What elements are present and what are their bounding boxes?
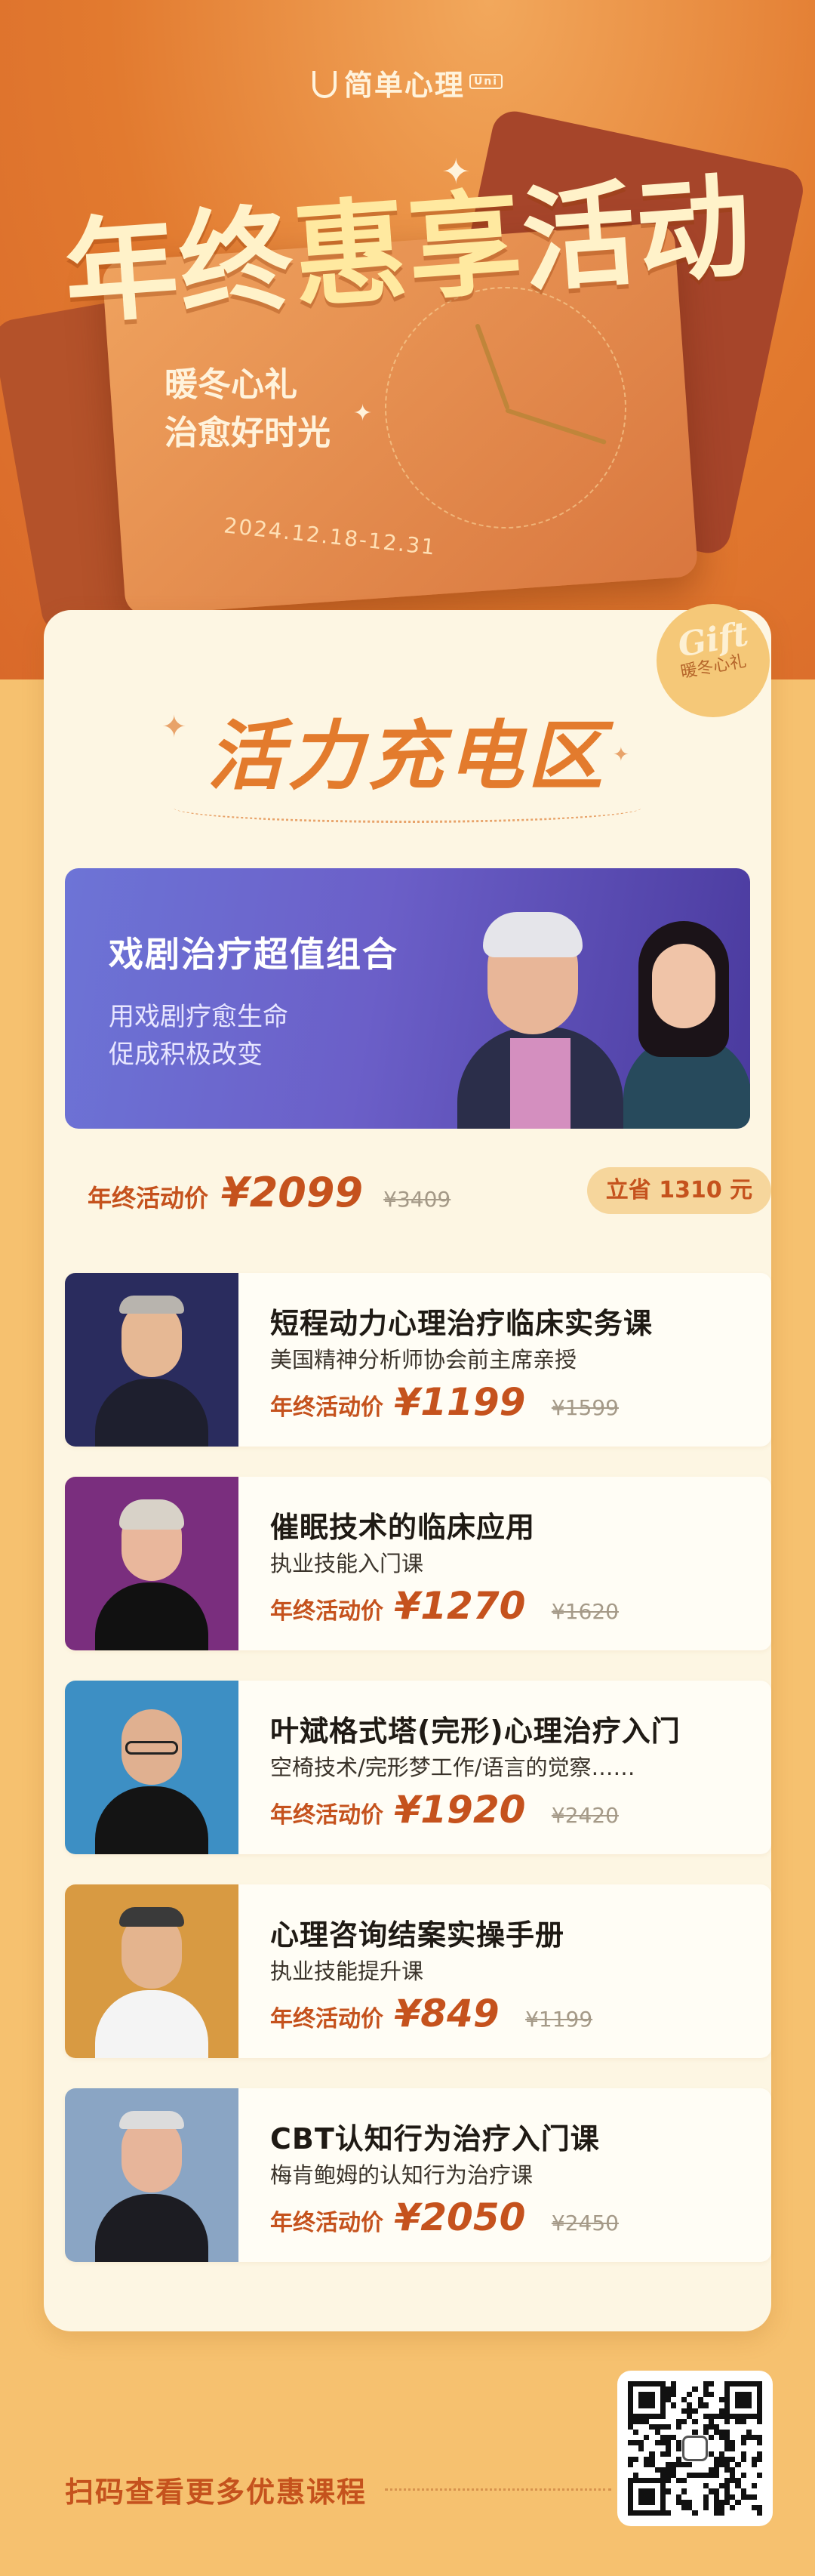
- course-card[interactable]: CBT认知行为治疗入门课 梅肯鲍姆的认知行为治疗课 年终活动价 ¥2050 ¥2…: [65, 2088, 771, 2262]
- course-title: 心理咨询结案实操手册: [270, 1918, 565, 1952]
- hero-banner: 简单心理 Uni 年终惠享活动 暖冬心礼 治愈好时光 2024.12.18-12.…: [0, 0, 815, 679]
- brand-logo: 简单心理 Uni: [0, 62, 815, 103]
- qr-code-icon: [628, 2381, 762, 2516]
- course-price: 年终活动价 ¥1199 ¥1599: [270, 1380, 619, 1424]
- course-card[interactable]: 催眠技术的临床应用 执业技能入门课 年终活动价 ¥1270 ¥1620: [65, 1477, 771, 1650]
- original-price: ¥3409: [383, 1187, 451, 1212]
- section-underline: [174, 793, 641, 823]
- feature-banner[interactable]: 戏剧治疗超值组合 用戏剧疗愈生命 促成积极改变: [65, 868, 750, 1129]
- course-card[interactable]: 短程动力心理治疗临床实务课 美国精神分析师协会前主席亲授 年终活动价 ¥1199…: [65, 1273, 771, 1447]
- instructor-photo: [65, 1273, 238, 1447]
- course-card[interactable]: 叶斌格式塔(完形)心理治疗入门 空椅技术/完形梦工作/语言的觉察…… 年终活动价…: [65, 1681, 771, 1854]
- course-title: CBT认知行为治疗入门课: [270, 2122, 600, 2155]
- save-badge: 立省 1310 元: [587, 1167, 771, 1214]
- course-subtitle: 执业技能提升课: [270, 1958, 424, 1984]
- footer-divider: [385, 2488, 611, 2491]
- course-subtitle: 空椅技术/完形梦工作/语言的觉察……: [270, 1755, 635, 1780]
- course-title: 催眠技术的临床应用: [270, 1511, 536, 1544]
- hero-subtitle: 暖冬心礼 治愈好时光: [165, 365, 331, 452]
- instructor-photo: [65, 1681, 238, 1854]
- feature-title: 戏剧治疗超值组合: [109, 934, 398, 975]
- feature-price: 年终活动价 ¥2099 ¥3409: [88, 1169, 451, 1216]
- course-title: 叶斌格式塔(完形)心理治疗入门: [270, 1715, 681, 1748]
- feature-subtitle: 用戏剧疗愈生命 促成积极改变: [109, 1002, 288, 1070]
- qr-code[interactable]: [617, 2371, 773, 2526]
- course-price: 年终活动价 ¥1920 ¥2420: [270, 1788, 619, 1832]
- course-price: 年终活动价 ¥849 ¥1199: [270, 1992, 593, 2035]
- sparkle-icon: ✦: [613, 744, 629, 766]
- course-subtitle: 执业技能入门课: [270, 1551, 424, 1576]
- course-subtitle: 梅肯鲍姆的认知行为治疗课: [270, 2162, 534, 2188]
- instructor-photo: [435, 898, 631, 1129]
- section-title: 活力充电区: [208, 711, 607, 800]
- course-card[interactable]: 心理咨询结案实操手册 执业技能提升课 年终活动价 ¥849 ¥1199: [65, 1884, 771, 2058]
- instructor-photo: [65, 1884, 238, 2058]
- brand-logo-icon: [312, 71, 337, 98]
- course-subtitle: 美国精神分析师协会前主席亲授: [270, 1347, 577, 1373]
- course-title: 短程动力心理治疗临床实务课: [270, 1307, 654, 1340]
- sparkle-icon: ✦: [353, 400, 373, 427]
- brand-badge: Uni: [469, 74, 503, 89]
- sparkle-icon: ✦: [441, 151, 471, 192]
- course-price: 年终活动价 ¥2050 ¥2450: [270, 2195, 619, 2239]
- footer-cta: 扫码查看更多优惠课程: [65, 2476, 368, 2509]
- course-price: 年终活动价 ¥1270 ¥1620: [270, 1584, 619, 1628]
- clock-decoration: [385, 287, 626, 528]
- instructor-photo: [65, 2088, 238, 2262]
- instructor-photo: [616, 906, 750, 1129]
- instructor-photo: [65, 1477, 238, 1650]
